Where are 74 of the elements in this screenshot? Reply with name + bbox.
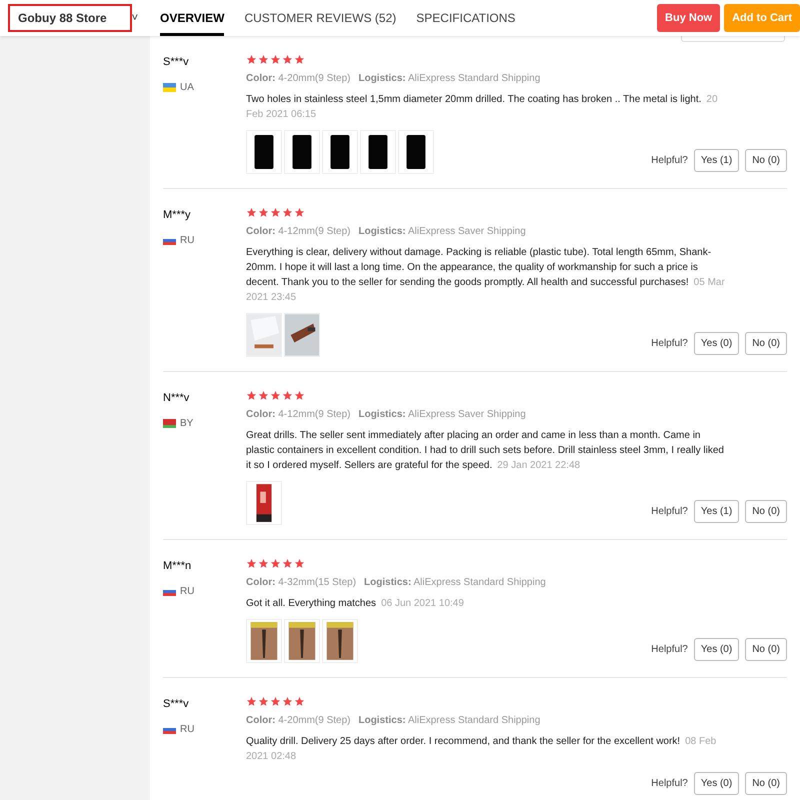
star-icon: [270, 207, 281, 218]
reviewer-name: N***v: [163, 391, 190, 406]
star-icon: [258, 558, 269, 569]
star-icon: [294, 390, 305, 401]
tab[interactable]: SPECIFICATIONS: [416, 0, 516, 36]
star-icon: [258, 390, 269, 401]
country-code: RU: [180, 234, 194, 248]
logistics-info: Logistics: AliExpress Saver Shipping: [358, 225, 526, 239]
yes-vote-button[interactable]: Yes (1): [694, 149, 740, 172]
star-icon: [246, 390, 257, 401]
helpful-label: Helpful?: [651, 777, 688, 791]
star-icon: [258, 207, 269, 218]
caret-icon: ˅: [132, 10, 138, 26]
star-icon: [282, 558, 293, 569]
reviewer-name: M***y: [163, 208, 192, 223]
star-icon: [282, 390, 293, 401]
no-vote-button[interactable]: No (0): [745, 772, 787, 795]
helpful-label: Helpful?: [651, 505, 688, 519]
star-icon: [258, 696, 269, 707]
logistics-info: Logistics: AliExpress Standard Shipping: [358, 72, 540, 86]
star-icon: [270, 696, 281, 707]
helpful-label: Helpful?: [651, 337, 688, 351]
helpful-label: Helpful?: [651, 154, 688, 168]
star-icon: [270, 54, 281, 65]
flag-icon: [163, 82, 176, 92]
country-code: RU: [180, 584, 194, 598]
star-icon: [294, 558, 305, 569]
no-vote-button[interactable]: No (0): [745, 332, 787, 355]
star-icon: [282, 54, 293, 65]
color-info: Color: 4-12mm(9 Step): [246, 408, 350, 422]
logistics-info: Logistics: AliExpress Saver Shipping: [358, 408, 526, 422]
star-icon: [246, 558, 257, 569]
star-icon: [246, 207, 257, 218]
no-vote-button[interactable]: No (0): [745, 149, 787, 172]
helpful-label: Helpful?: [651, 643, 688, 657]
star-icon: [282, 696, 293, 707]
star-icon: [282, 207, 293, 218]
review-text: Everything is clear, delivery without damage. Packing is reliable (plastic tube). Total length 65mm, Shank-20mm. I hope it will last a long time. On the appearance, the quality of workmanship for such a price is decent. Thank you to the seller for sending the goods promptly. All health and successful purchases! 05 Mar 2021 23:45: [246, 246, 726, 305]
buy-now-button[interactable]: Buy Now: [657, 4, 720, 32]
yes-vote-button[interactable]: Yes (0): [694, 772, 740, 795]
reviewer-name: S***v: [163, 55, 190, 70]
store-name: Gobuy 88 Store: [8, 4, 132, 32]
star-icon: [258, 54, 269, 65]
tab[interactable]: CUSTOMER REVIEWS (52): [244, 0, 396, 36]
star-icon: [294, 207, 305, 218]
reviewer-name: M***n: [163, 559, 192, 574]
star-icon: [270, 390, 281, 401]
star-icon: [294, 696, 305, 707]
country-code: BY: [180, 416, 194, 430]
store-selector[interactable]: Gobuy 88 Store ˅: [0, 0, 150, 36]
star-icon: [246, 696, 257, 707]
star-icon: [294, 54, 305, 65]
review-text: Quality drill. Delivery 25 days after order. I recommend, and thank the seller for the excellent work! 08 Feb 2021 02:48: [246, 735, 718, 764]
no-vote-button[interactable]: No (0): [745, 500, 787, 523]
reviewer-name: S***v: [163, 697, 190, 712]
color-info: Color: 4-20mm(9 Step): [246, 72, 350, 86]
review-text: Great drills. The seller sent immediately after placing an order and came in less than a month. Came in plastic containers in excellent condition. I had to drill such sets before. Drill stainless steel 3mm, I really liked it so I ordered myself. Sellers are grateful for the speed. 29 Jan 2021 22:48: [246, 429, 725, 473]
yes-vote-button[interactable]: Yes (1): [694, 500, 740, 523]
no-vote-button[interactable]: No (0): [745, 638, 787, 661]
logistics-info: Logistics: AliExpress Standard Shipping: [358, 714, 540, 728]
color-info: Color: 4-12mm(9 Step): [246, 225, 350, 239]
yes-vote-button[interactable]: Yes (0): [694, 332, 740, 355]
star-icon: [270, 558, 281, 569]
logistics-info: Logistics: AliExpress Standard Shipping: [364, 576, 546, 590]
sort-field[interactable]: [681, 36, 785, 42]
color-info: Color: 4-20mm(9 Step): [246, 714, 350, 728]
review-text: Got it all. Everything matches 06 Jun 2021 10:49: [246, 597, 465, 611]
star-icon: [246, 54, 257, 65]
review-text: Two holes in stainless steel 1,5mm diameter 20mm drilled. The coating has broken .. The metal is light. 20 Feb 2021 06:15: [246, 93, 719, 122]
color-info: Color: 4-32mm(15 Step): [246, 576, 356, 590]
flag-icon: [163, 418, 176, 428]
country-code: RU: [180, 722, 194, 736]
yes-vote-button[interactable]: Yes (0): [694, 638, 740, 661]
country-code: UA: [180, 80, 194, 94]
